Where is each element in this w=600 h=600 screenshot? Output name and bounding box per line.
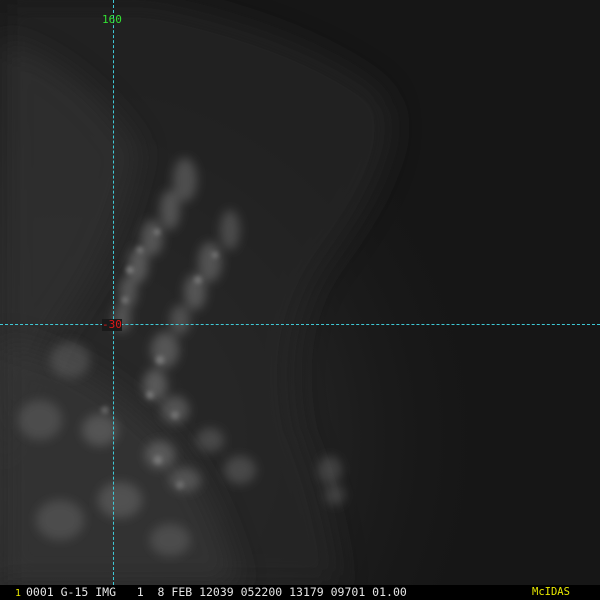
longitude-label: 160 xyxy=(102,13,122,26)
image-metadata-text: 0001 G-15 IMG 1 8 FEB 12039 052200 13179… xyxy=(26,585,407,599)
frame-number: 1 xyxy=(15,588,22,599)
mcidas-logo: McIDAS xyxy=(532,586,570,598)
latitude-label: -30 xyxy=(102,318,122,331)
status-bar: 1 0001 G-15 IMG 1 8 FEB 12039 052200 131… xyxy=(0,585,600,600)
satellite-image xyxy=(0,0,600,585)
satellite-viewer: 160 -30 1 0001 G-15 IMG 1 8 FEB 12039 05… xyxy=(0,0,600,600)
